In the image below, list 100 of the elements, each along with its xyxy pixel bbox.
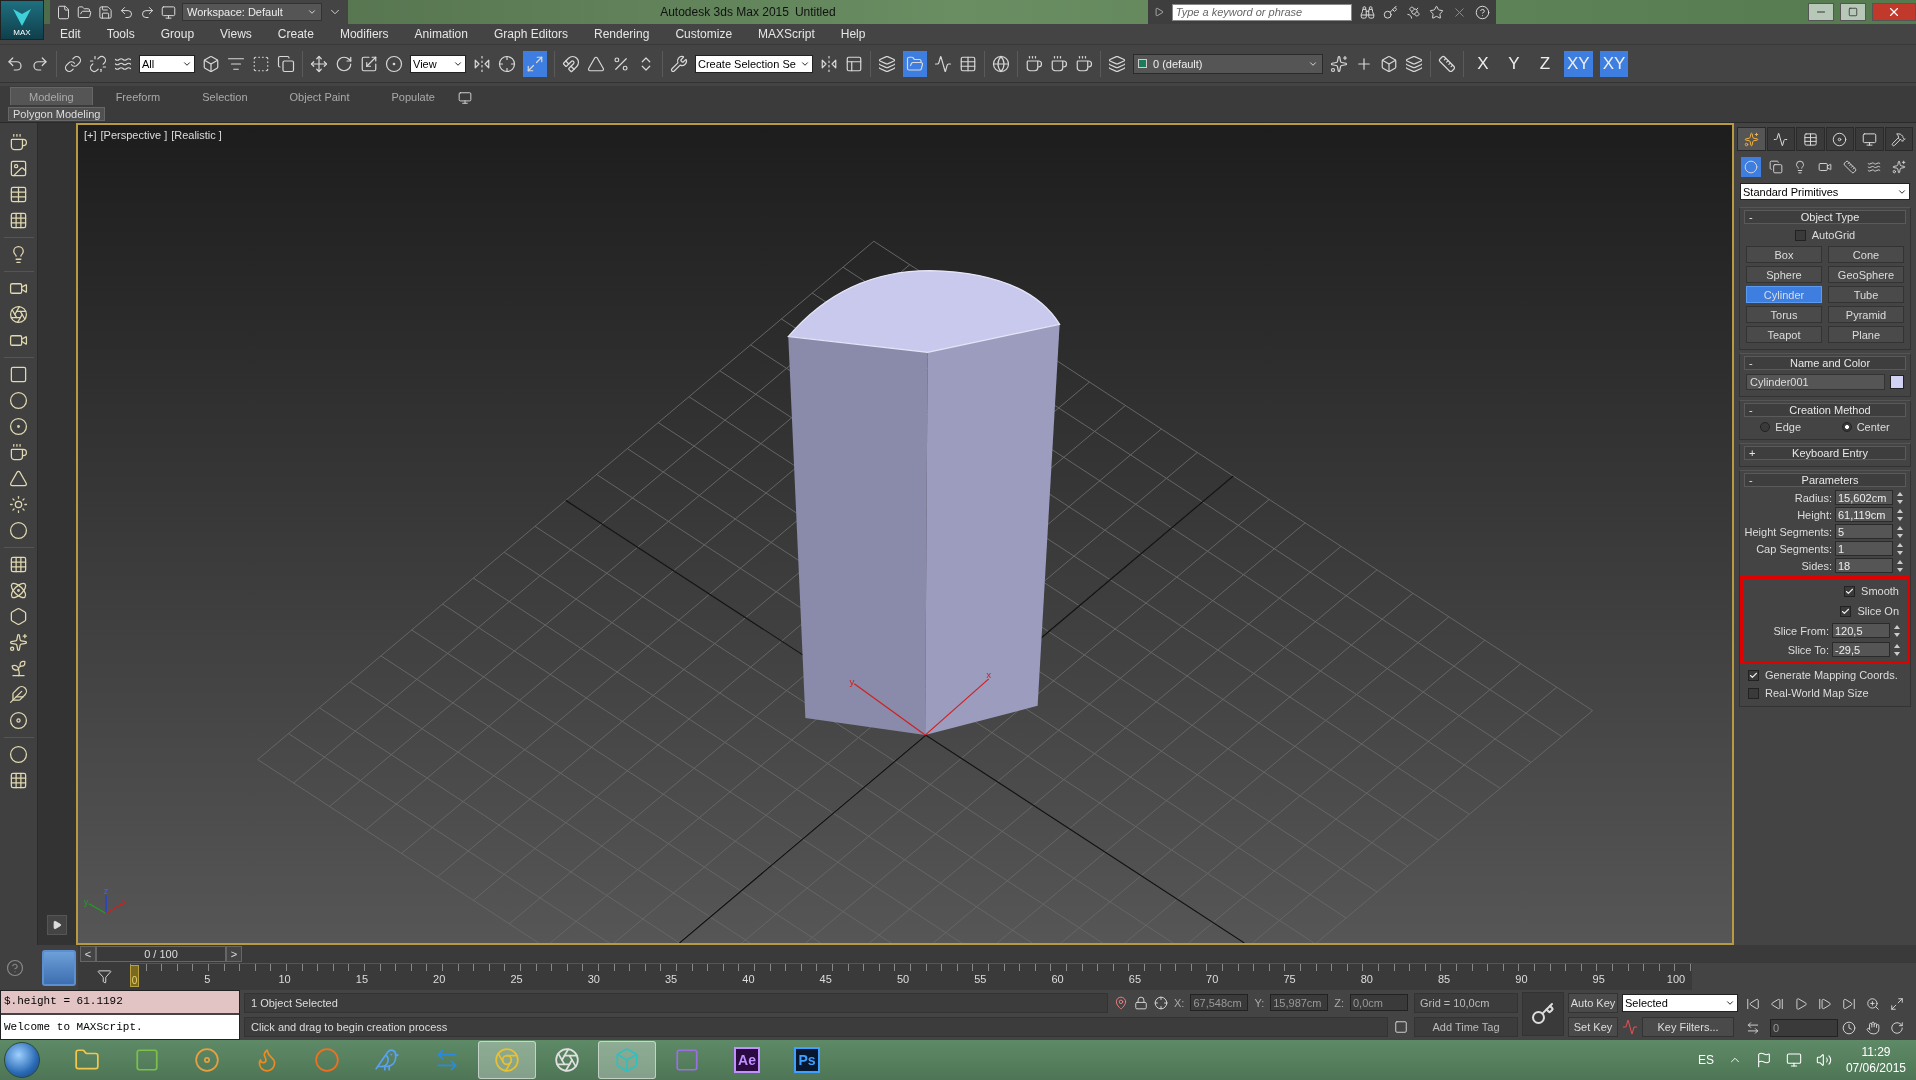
add-time-tag-button[interactable]: Add Time Tag <box>1414 1016 1518 1037</box>
category-dropdown[interactable]: Standard Primitives <box>1740 183 1910 200</box>
object-type-button[interactable]: Tube <box>1828 286 1904 303</box>
camera-icon[interactable] <box>1817 160 1832 174</box>
ribbon-tab[interactable]: Object Paint <box>270 87 369 105</box>
selection-filter-dropdown[interactable]: All <box>139 54 195 73</box>
percent-snap-icon[interactable] <box>612 54 630 73</box>
lock-icon[interactable] <box>1134 995 1148 1010</box>
current-frame-marker[interactable]: 0 <box>130 965 139 987</box>
spinner-field[interactable]: -29,5 <box>1832 642 1890 657</box>
object-type-button[interactable]: Box <box>1746 246 1822 263</box>
menu-item[interactable]: Edit <box>47 23 94 45</box>
snap-magnet-icon[interactable] <box>562 54 580 73</box>
expand-icon[interactable] <box>1153 7 1164 17</box>
checkbox[interactable] <box>1748 687 1759 699</box>
spinner-field[interactable]: 61,119cm <box>1835 507 1893 522</box>
ribbon-tab[interactable]: Freeform <box>96 87 180 105</box>
rollout-header[interactable]: - Object Type <box>1744 210 1906 224</box>
axis-constraint-button[interactable]: XY <box>1599 50 1629 77</box>
spinner-arrows-icon[interactable] <box>1896 507 1904 522</box>
spinner-arrows-icon[interactable] <box>1896 524 1904 539</box>
undo-icon[interactable] <box>6 54 24 73</box>
next-frame-button[interactable]: > <box>226 946 242 962</box>
next-frame-icon[interactable] <box>1818 996 1832 1011</box>
object-type-button[interactable]: Plane <box>1828 326 1904 343</box>
speaker-icon[interactable] <box>1815 1052 1832 1068</box>
menu-item[interactable]: Animation <box>401 23 481 45</box>
time-slider-thumb[interactable]: 0 / 100 <box>96 946 226 962</box>
measure-icon[interactable] <box>1438 54 1456 73</box>
cylinder-drawing[interactable] <box>787 269 1061 736</box>
ribbon-tab[interactable]: Selection <box>183 87 267 105</box>
coordinate-field[interactable]: 67,548cm <box>1190 994 1249 1011</box>
coordinate-field[interactable]: 15,987cm <box>1270 994 1329 1011</box>
viewport-menu-label[interactable]: [Perspective ] <box>100 129 168 141</box>
axis-constraint-button[interactable]: Y <box>1502 50 1526 77</box>
new-file-icon[interactable] <box>56 4 71 20</box>
spinner-arrows-icon[interactable] <box>1893 642 1901 657</box>
scale-icon[interactable] <box>360 54 378 73</box>
move-arrows-icon[interactable] <box>310 54 328 73</box>
search-field[interactable]: Type a keyword or phrase <box>1171 3 1352 21</box>
filter-icon[interactable] <box>96 969 112 984</box>
spinner-arrows-icon[interactable] <box>1896 541 1904 556</box>
spinner-arrows-icon[interactable] <box>1896 490 1904 505</box>
taskbar-button[interactable]: Ae <box>718 1041 776 1079</box>
radio-button[interactable] <box>1841 422 1852 432</box>
listener-output[interactable]: Welcome to MAXScript. <box>1 1013 239 1039</box>
menu-item[interactable]: Modifiers <box>326 23 402 45</box>
go-to-end-icon[interactable] <box>1842 996 1856 1011</box>
table-window-icon[interactable] <box>9 211 28 230</box>
color-swatch[interactable] <box>1890 375 1904 389</box>
ribbon-panel-label[interactable]: Polygon Modeling <box>8 106 106 121</box>
time-configuration-button[interactable] <box>42 949 76 986</box>
object-type-button[interactable]: Torus <box>1746 306 1822 323</box>
layer-dropdown[interactable]: 0 (default) <box>1133 53 1323 74</box>
rectangle-icon[interactable] <box>9 365 28 384</box>
pan-hand-icon[interactable] <box>1866 1021 1880 1036</box>
viewport-menu-label[interactable]: [+] <box>84 129 97 141</box>
link-icon[interactable] <box>64 54 82 73</box>
satellite-icon[interactable] <box>1405 4 1421 20</box>
menu-item[interactable]: Create <box>264 23 327 45</box>
pin-icon[interactable] <box>1114 995 1128 1010</box>
checkbox[interactable] <box>1794 229 1806 241</box>
rollout-header[interactable]: + Keyboard Entry <box>1744 446 1906 460</box>
sun-icon[interactable] <box>9 495 28 514</box>
object-type-button[interactable]: Sphere <box>1746 266 1822 283</box>
previous-frame-button[interactable]: < <box>80 946 96 962</box>
axis-constraint-button[interactable]: Z <box>1533 50 1557 77</box>
spinner-arrows-icon[interactable] <box>1896 558 1904 573</box>
named-selection-dropdown[interactable]: Create Selection Se <box>695 54 813 73</box>
undo-icon[interactable] <box>119 4 134 20</box>
menu-item[interactable]: Group <box>147 23 208 45</box>
spinner-field[interactable]: 5 <box>1835 524 1893 539</box>
track-bar[interactable]: 0 5 10 15 20 25 30 35 40 45 50 55 60 65 70 75 80 85 90 95 100 <box>130 963 1692 990</box>
spinner-field[interactable]: 1 <box>1835 541 1893 556</box>
square-icon[interactable] <box>1394 1019 1408 1034</box>
frame-field[interactable]: 0 <box>1770 1019 1838 1038</box>
object-type-button[interactable]: GeoSphere <box>1828 266 1904 283</box>
coordinate-field[interactable]: 0,0cm <box>1350 994 1408 1011</box>
layers-icon[interactable] <box>878 54 896 73</box>
folder-icon[interactable] <box>77 4 92 20</box>
explorer-icon[interactable] <box>906 54 924 73</box>
star-icon[interactable] <box>1428 4 1444 20</box>
listener-input[interactable]: $.height = 61.1192 <box>1 991 239 1013</box>
menu-item[interactable]: Help <box>827 23 879 45</box>
grass-icon[interactable] <box>9 659 28 678</box>
maximize-button[interactable] <box>1840 3 1866 21</box>
radio-button[interactable] <box>1760 422 1771 432</box>
zoom-extents-icon[interactable] <box>1890 996 1904 1011</box>
menu-item[interactable]: Views <box>207 23 265 45</box>
menu-item[interactable]: Graph Editors <box>480 23 581 45</box>
spinner-field[interactable]: 120,5 <box>1832 623 1890 638</box>
rollout-header[interactable]: - Name and Color <box>1744 356 1906 370</box>
dots-grid-icon[interactable] <box>9 555 28 574</box>
key-filters-button[interactable]: Key Filters... <box>1642 1016 1734 1037</box>
save-icon[interactable] <box>98 4 113 20</box>
redo-icon[interactable] <box>31 54 49 73</box>
go-to-start-icon[interactable] <box>1746 996 1760 1011</box>
expand-button[interactable] <box>47 915 67 935</box>
rotate-icon[interactable] <box>335 54 353 73</box>
key-mode-dropdown[interactable]: Selected <box>1622 993 1738 1012</box>
